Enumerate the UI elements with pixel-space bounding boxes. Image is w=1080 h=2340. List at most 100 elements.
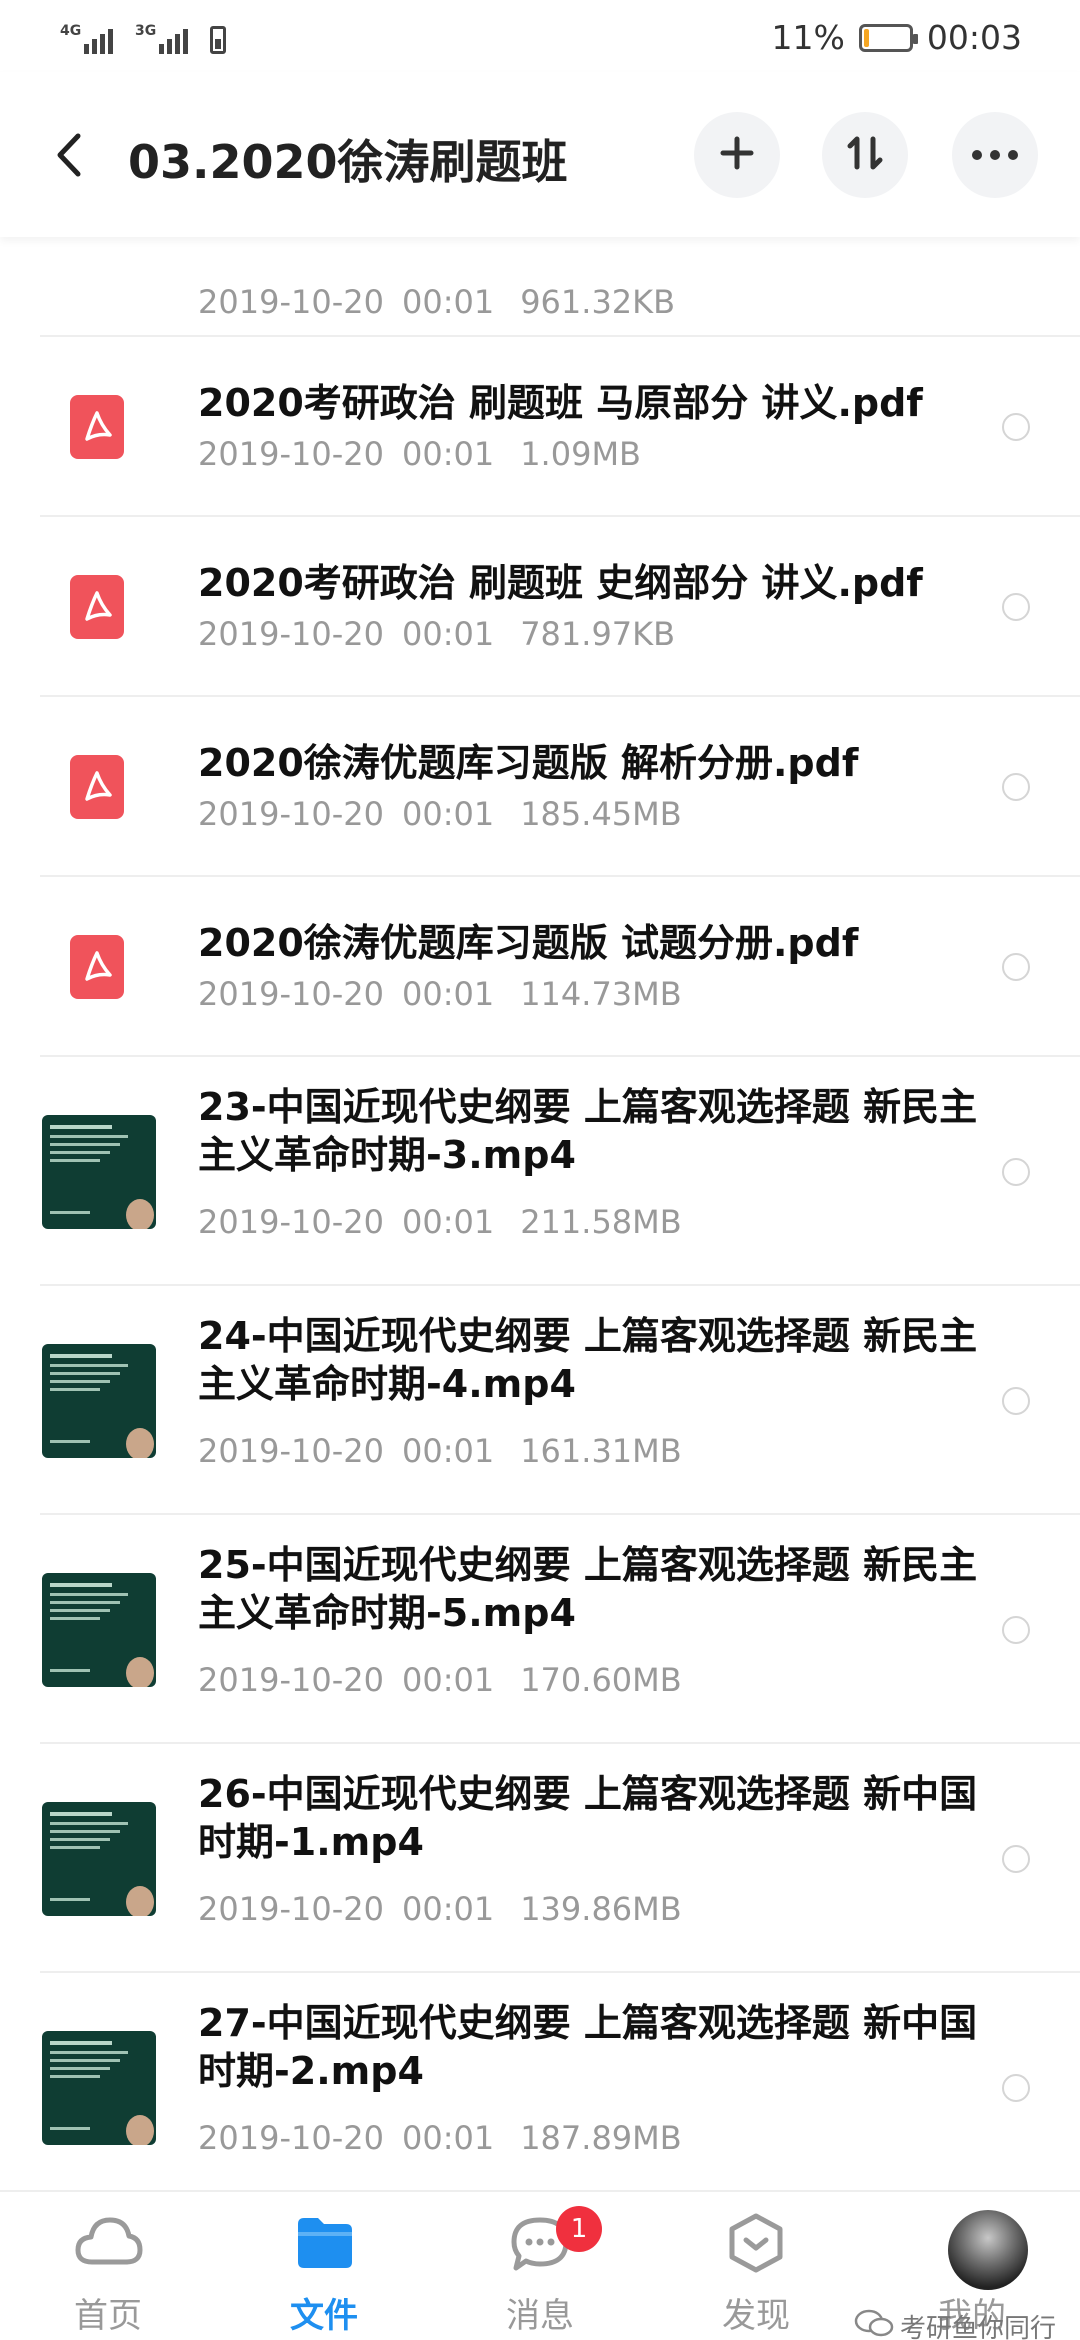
plus-icon <box>717 133 757 177</box>
file-size: 1.09MB <box>520 435 641 473</box>
file-meta: 2019-10-20 00:01 114.73MB <box>198 975 682 1013</box>
video-thumbnail <box>42 1801 156 1916</box>
file-row[interactable]: 25-中国近现代史纲要 上篇客观选择题 新民主主义革命时期-5.mp4 2019-… <box>40 1515 1080 1744</box>
discover-icon <box>726 2212 786 2278</box>
file-row[interactable]: 24-中国近现代史纲要 上篇客观选择题 新民主主义革命时期-4.mp4 2019-… <box>40 1286 1080 1515</box>
file-size: 161.31MB <box>520 1432 682 1470</box>
file-date: 2019-10-20 <box>198 1661 384 1699</box>
message-badge: 1 <box>556 2206 602 2252</box>
file-row[interactable]: 23-中国近现代史纲要 上篇客观选择题 新民主主义革命时期-3.mp4 2019-… <box>40 1057 1080 1286</box>
clock: 00:03 <box>926 18 1022 57</box>
file-name: 24-中国近现代史纲要 上篇客观选择题 新民主主义革命时期-4.mp4 <box>198 1314 978 1406</box>
file-row[interactable]: 26-中国近现代史纲要 上篇客观选择题 新中国时期-1.mp4 2019-10-2… <box>40 1744 1080 1973</box>
file-size: 211.58MB <box>520 1203 682 1241</box>
select-radio[interactable] <box>1002 773 1030 801</box>
file-row[interactable]: 2020考研政治 刷题班 史纲部分 讲义.pdf 2019-10-20 00:01 7… <box>40 517 1080 697</box>
video-thumbnail <box>42 1114 156 1229</box>
file-time: 00:01 <box>401 1203 495 1241</box>
battery-icon <box>858 23 918 52</box>
nav-label-messages: 消息 <box>506 2296 574 2336</box>
file-meta: 2019-10-20 00:01 161.31MB <box>198 1432 682 1470</box>
file-size: 139.86MB <box>520 1890 682 1928</box>
add-button[interactable] <box>694 112 780 198</box>
cloud-icon <box>74 2214 144 2274</box>
select-radio[interactable] <box>1002 953 1030 981</box>
video-thumbnail <box>42 2030 156 2145</box>
file-date: 2019-10-20 <box>198 2119 384 2157</box>
file-name: 2020徐涛优题库习题版 试题分册.pdf <box>198 921 859 965</box>
nav-files[interactable]: 文件 <box>216 2192 432 2340</box>
file-name: 26-中国近现代史纲要 上篇客观选择题 新中国时期-1.mp4 <box>198 1772 978 1864</box>
watermark-text: 考研鱼你同行 <box>899 2314 1056 2340</box>
file-date: 2019-10-20 <box>198 795 384 833</box>
nav-home[interactable]: 首页 <box>0 2192 216 2340</box>
file-time: 00:01 <box>401 1661 495 1699</box>
nav-label-home: 首页 <box>74 2296 142 2336</box>
file-name: 2020考研政治 刷题班 马原部分 讲义.pdf <box>198 381 923 425</box>
file-row[interactable]: 2020徐涛优题库习题版 试题分册.pdf 2019-10-20 00:01 114.… <box>40 877 1080 1057</box>
file-row[interactable]: 2020徐涛优题库习题版 解析分册.pdf 2019-10-20 00:01 185.… <box>40 697 1080 877</box>
file-size: 781.97KB <box>520 615 676 653</box>
file-time: 00:01 <box>401 1890 495 1928</box>
network-type-2: 3G <box>135 23 157 39</box>
select-radio[interactable] <box>1002 1386 1030 1415</box>
video-thumbnail <box>42 1343 156 1458</box>
file-time: 00:01 <box>401 435 495 473</box>
more-button[interactable] <box>952 112 1038 198</box>
select-radio[interactable] <box>1002 413 1030 441</box>
folder-icon <box>294 2214 354 2274</box>
file-date: 2019-10-20 <box>198 435 384 473</box>
file-size: 187.89MB <box>520 2119 682 2157</box>
file-row[interactable]: 2019-10-20 00:01 961.32KB <box>40 237 1080 337</box>
nav-discover[interactable]: 发现 <box>648 2192 864 2340</box>
select-radio[interactable] <box>1002 593 1030 621</box>
file-list[interactable]: 2019-10-20 00:01 961.32KB 2020考研政治 刷题班 马原部分… <box>0 237 1080 2190</box>
file-meta: 2019-10-20 00:01 170.60MB <box>198 1661 682 1699</box>
file-time: 00:01 <box>401 615 495 653</box>
file-meta: 2019-10-20 00:01 781.97KB <box>198 615 675 653</box>
file-date: 2019-10-20 <box>198 975 384 1013</box>
file-meta: 2019-10-20 00:01 961.32KB <box>198 283 675 321</box>
file-date: 2019-10-20 <box>198 1432 384 1470</box>
watermark: 考研鱼你同行 <box>854 2308 1056 2340</box>
signal-4g-icon: 4G <box>60 23 113 54</box>
pdf-icon <box>70 935 124 999</box>
select-radio[interactable] <box>1002 1615 1030 1644</box>
wechat-icon <box>854 2308 894 2340</box>
select-radio[interactable] <box>1002 1844 1030 1873</box>
status-bar: 4G 3G 11% 00:03 <box>0 0 1080 72</box>
file-time: 00:01 <box>401 283 495 321</box>
file-row[interactable]: 2020考研政治 刷题班 马原部分 讲义.pdf 2019-10-20 00:01 1… <box>40 337 1080 517</box>
nav-label-files: 文件 <box>290 2296 358 2336</box>
file-name: 2020考研政治 刷题班 史纲部分 讲义.pdf <box>198 561 923 605</box>
select-radio[interactable] <box>1002 1157 1030 1186</box>
file-name: 27-中国近现代史纲要 上篇客观选择题 新中国时期-2.mp4 <box>198 2001 978 2093</box>
file-size: 114.73MB <box>520 975 682 1013</box>
file-time: 00:01 <box>401 1432 495 1470</box>
file-size: 170.60MB <box>520 1661 682 1699</box>
file-time: 00:01 <box>401 975 495 1013</box>
sort-button[interactable] <box>822 112 908 198</box>
select-radio[interactable] <box>1002 2073 1030 2102</box>
avatar <box>948 2210 1028 2290</box>
file-meta: 2019-10-20 00:01 211.58MB <box>198 1203 682 1241</box>
file-name: 2020徐涛优题库习题版 解析分册.pdf <box>198 741 859 785</box>
file-size: 961.32KB <box>520 283 676 321</box>
pdf-icon <box>70 395 124 459</box>
page-title: 03.2020徐涛刷题班 <box>128 135 568 189</box>
sort-icon <box>843 131 887 179</box>
top-bar: 03.2020徐涛刷题班 <box>0 72 1080 237</box>
battery-percent: 11% <box>771 18 845 57</box>
file-time: 00:01 <box>401 2119 495 2157</box>
video-thumbnail <box>42 1572 156 1687</box>
more-icon <box>971 146 1019 165</box>
file-meta: 2019-10-20 00:01 185.45MB <box>198 795 682 833</box>
file-date: 2019-10-20 <box>198 1890 384 1928</box>
file-size: 185.45MB <box>520 795 682 833</box>
file-name: 25-中国近现代史纲要 上篇客观选择题 新民主主义革命时期-5.mp4 <box>198 1543 978 1635</box>
nav-messages[interactable]: 1 消息 <box>432 2192 648 2340</box>
file-row[interactable]: 27-中国近现代史纲要 上篇客观选择题 新中国时期-2.mp4 2019-10-2… <box>40 1973 1080 2190</box>
back-arrow-icon[interactable] <box>50 130 90 180</box>
pdf-icon <box>70 755 124 819</box>
file-date: 2019-10-20 <box>198 1203 384 1241</box>
